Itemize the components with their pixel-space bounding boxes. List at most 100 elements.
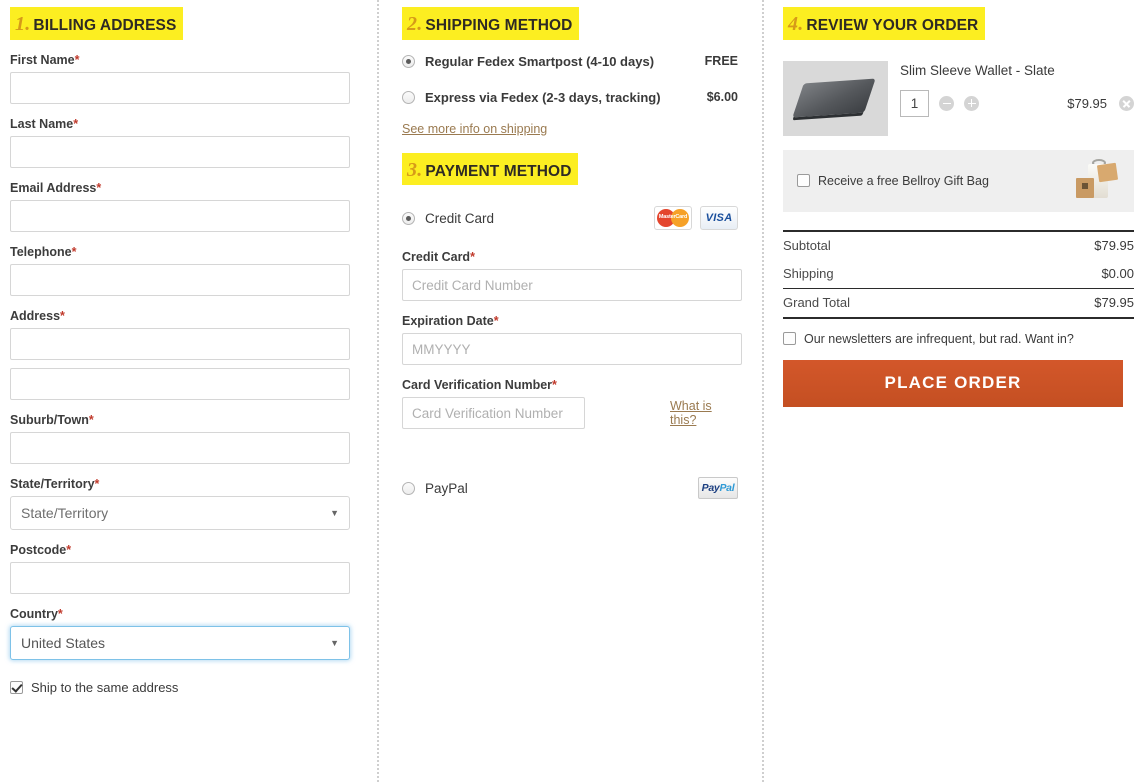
credit-card-number-input[interactable] [402, 269, 742, 302]
payment-section-title: PAYMENT METHOD [425, 162, 572, 180]
required-asterisk: * [470, 250, 475, 265]
required-asterisk: * [73, 116, 79, 131]
payment-option-credit-card[interactable]: Credit Card MasterCard VISA [402, 206, 738, 231]
paypal-radio[interactable] [402, 481, 415, 495]
card-logos: MasterCard VISA [654, 206, 738, 231]
suburb-town-label: Suburb/Town* [10, 412, 94, 427]
shipping-option-regular-radio[interactable] [402, 54, 415, 68]
postcode-input[interactable] [10, 561, 350, 594]
required-asterisk: * [71, 244, 77, 259]
required-asterisk: * [74, 52, 80, 67]
required-asterisk: * [57, 606, 63, 621]
payment-option-paypal[interactable]: PayPal Pay Pal [402, 477, 738, 500]
shipping-option-regular[interactable]: Regular Fedex Smartpost (4-10 days) FREE [402, 54, 738, 69]
state-territory-label: State/Territory* [10, 476, 100, 491]
payment-step-number: 3. [407, 158, 423, 181]
telephone-field: Telephone* [10, 244, 350, 296]
totals-row-subtotal: Subtotal $79.95 [783, 232, 1134, 260]
shipping-option-express-label: Express via Fedex (2-3 days, tracking) [425, 89, 661, 105]
last-name-input[interactable] [10, 135, 350, 168]
expiration-date-input[interactable] [402, 333, 742, 366]
product-info: Slim Sleeve Wallet - Slate $79.95 [888, 61, 1134, 136]
paypal-logo-text-b: Pal [719, 482, 735, 495]
credit-card-number-label: Credit Card* [402, 250, 475, 265]
state-territory-select[interactable]: State/Territory ▼ [10, 495, 350, 530]
card-verification-row: What is this? [402, 397, 738, 430]
paypal-option-label: PayPal [425, 480, 468, 496]
email-address-field: Email Address* [10, 180, 350, 232]
product-thumbnail [783, 60, 888, 136]
last-name-label: Last Name* [10, 116, 79, 131]
remove-item-icon[interactable] [1119, 95, 1134, 111]
address-line-2-input[interactable] [10, 367, 350, 400]
newsletter-label: Our newsletters are infrequent, but rad.… [804, 331, 1074, 346]
shipping-option-express-radio[interactable] [402, 90, 415, 104]
card-verification-label: Card Verification Number* [402, 378, 557, 393]
suburb-town-input[interactable] [10, 431, 350, 464]
credit-card-option-label: Credit Card [425, 210, 495, 226]
expiration-date-label: Expiration Date* [402, 314, 499, 329]
place-order-button[interactable]: PLACE ORDER [783, 359, 1123, 407]
review-step-number: 4. [788, 13, 804, 35]
quantity-decrease-icon[interactable] [939, 95, 954, 111]
newsletter-checkbox[interactable] [783, 332, 796, 346]
shipping-section-heading: 2. SHIPPING METHOD [402, 7, 580, 40]
grand-total-label: Grand Total [783, 295, 850, 311]
quantity-input[interactable] [900, 89, 929, 117]
email-address-label: Email Address* [10, 180, 102, 195]
grand-total-value: $79.95 [1094, 295, 1134, 311]
first-name-label: First Name* [10, 52, 80, 67]
credit-card-radio[interactable] [402, 211, 415, 225]
gift-bag-label: Receive a free Bellroy Gift Bag [818, 173, 989, 188]
newsletter-opt-in-row[interactable]: Our newsletters are infrequent, but rad.… [783, 332, 1134, 346]
first-name-input[interactable] [10, 71, 350, 104]
state-territory-value: State/Territory [21, 504, 109, 521]
required-asterisk: * [96, 180, 102, 195]
quantity-increase-icon[interactable] [964, 95, 979, 111]
chevron-down-icon: ▼ [330, 637, 339, 648]
billing-section-title: BILLING ADDRESS [33, 17, 177, 34]
required-asterisk: * [88, 412, 94, 427]
required-asterisk: * [60, 308, 65, 323]
totals-row-grand-total: Grand Total $79.95 [783, 287, 1134, 317]
shipping-option-express-price: $6.00 [706, 90, 738, 105]
ship-same-address-checkbox[interactable] [10, 680, 23, 694]
chevron-down-icon: ▼ [330, 507, 339, 518]
country-label: Country* [10, 606, 63, 621]
telephone-input[interactable] [10, 263, 350, 296]
suburb-town-field: Suburb/Town* [10, 412, 350, 464]
wallet-image [792, 78, 876, 117]
shipping-option-regular-price: FREE [704, 54, 738, 69]
paypal-icon: Pay Pal [698, 477, 738, 500]
billing-section-heading: 1. BILLING ADDRESS [10, 7, 184, 40]
country-value: United States [21, 634, 106, 651]
address-line-2-field [10, 367, 350, 400]
order-totals: Subtotal $79.95 Shipping $0.00 Grand Tot… [783, 229, 1134, 319]
email-address-input[interactable] [10, 199, 350, 232]
country-select[interactable]: United States ▼ [10, 625, 350, 660]
product-price: $79.95 [1067, 95, 1107, 111]
gift-bag-checkbox[interactable] [797, 174, 810, 188]
shipping-option-express[interactable]: Express via Fedex (2-3 days, tracking) $… [402, 90, 738, 105]
first-name-field: First Name* [10, 52, 350, 104]
visa-icon: VISA [700, 206, 738, 231]
paypal-logo-text-a: Pay [701, 482, 720, 495]
review-order-column: 4. REVIEW YOUR ORDER Slim Sleeve Wallet -… [763, 0, 1144, 782]
card-verification-input[interactable] [402, 397, 585, 430]
what-is-this-link[interactable]: What is this? [670, 399, 738, 427]
shipping-total-label: Shipping [783, 266, 834, 282]
subtotal-label: Subtotal [783, 238, 831, 254]
mastercard-icon: MasterCard [654, 206, 692, 231]
card-verification-field: Card Verification Number* What is this? [402, 378, 738, 430]
billing-step-number: 1. [15, 13, 31, 35]
expiration-date-field: Expiration Date* [402, 314, 742, 366]
postcode-label: Postcode* [10, 542, 72, 557]
country-field: Country* United States ▼ [10, 606, 350, 660]
payment-heading-wrap: 3. PAYMENT METHOD [402, 152, 738, 186]
last-name-field: Last Name* [10, 116, 350, 168]
gift-bag-option[interactable]: Receive a free Bellroy Gift Bag [783, 149, 1134, 212]
shipping-options-list: Regular Fedex Smartpost (4-10 days) FREE… [402, 54, 738, 105]
address-line-1-input[interactable] [10, 327, 350, 360]
ship-same-address-row[interactable]: Ship to the same address [10, 680, 349, 695]
see-more-shipping-info-link[interactable]: See more info on shipping [402, 122, 547, 136]
